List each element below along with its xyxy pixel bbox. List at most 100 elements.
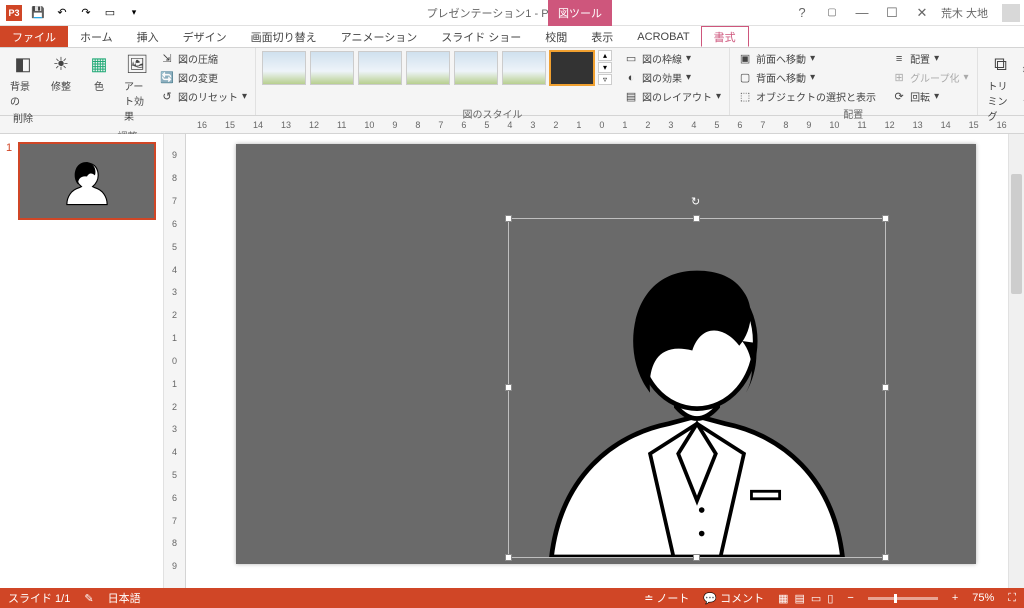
send-backward-button[interactable]: ▢背面へ移動 ▾ xyxy=(736,69,878,86)
style-preset-7[interactable] xyxy=(550,51,594,85)
compress-pictures-button[interactable]: ⇲ 図の圧縮 xyxy=(158,50,249,67)
resize-handle-tr[interactable] xyxy=(882,215,889,222)
selection-pane-icon: ⬚ xyxy=(738,90,752,104)
tab-home[interactable]: ホーム xyxy=(68,26,125,47)
selection-pane-button[interactable]: ⬚ オブジェクトの選択と表示 xyxy=(736,88,878,105)
resize-handle-t[interactable] xyxy=(693,215,700,222)
align-button[interactable]: ≡配置 ▾ xyxy=(890,50,970,67)
reset-label: 図のリセット xyxy=(178,89,238,104)
rotation-handle[interactable]: ↻ xyxy=(691,195,703,207)
style-preset-2[interactable] xyxy=(310,51,354,85)
tab-format[interactable]: 書式 xyxy=(701,26,749,47)
resize-handle-b[interactable] xyxy=(693,554,700,561)
redo-icon[interactable]: ↷ xyxy=(76,3,96,23)
slide-thumbnail-pane[interactable]: 1 xyxy=(0,134,164,588)
slide-thumbnail[interactable]: 1 xyxy=(10,142,153,220)
reset-picture-button[interactable]: ↺図のリセット ▾ xyxy=(158,88,249,105)
resize-handle-r[interactable] xyxy=(882,384,889,391)
group-button[interactable]: ⊞グループ化 ▾ xyxy=(890,69,970,86)
normal-view-icon[interactable]: ▦ xyxy=(778,592,788,605)
vertical-scrollbar[interactable] xyxy=(1008,134,1024,588)
color-button[interactable]: ▦色 xyxy=(82,50,116,95)
reading-view-icon[interactable]: ▭ xyxy=(811,592,821,605)
picture-selection[interactable]: ↻ xyxy=(508,218,886,558)
slide[interactable]: ↻ xyxy=(236,144,976,564)
bring-forward-button[interactable]: ▣前面へ移動 ▾ xyxy=(736,50,878,67)
tab-review[interactable]: 校閲 xyxy=(533,26,579,47)
zoom-out-button[interactable]: − xyxy=(847,592,853,604)
save-icon[interactable]: 💾 xyxy=(28,3,48,23)
user-avatar[interactable] xyxy=(1002,4,1020,22)
artistic-effects-button[interactable]: 🖼アート効果 xyxy=(120,50,154,125)
rotate-button[interactable]: ⟳回転 ▾ xyxy=(890,88,970,105)
comments-button[interactable]: 💬 コメント xyxy=(703,590,764,606)
picture-layout-button[interactable]: ▤図のレイアウト ▾ xyxy=(622,88,723,105)
tab-design[interactable]: デザイン xyxy=(171,26,239,47)
scrollbar-thumb[interactable] xyxy=(1011,174,1022,294)
rotate-icon: ⟳ xyxy=(892,90,906,104)
send-backward-icon: ▢ xyxy=(738,71,752,85)
tab-insert[interactable]: 挿入 xyxy=(125,26,171,47)
bring-forward-label: 前面へ移動 xyxy=(756,51,806,66)
tab-view[interactable]: 表示 xyxy=(579,26,625,47)
style-preset-5[interactable] xyxy=(454,51,498,85)
tab-transitions[interactable]: 画面切り替え xyxy=(239,26,329,47)
resize-handle-l[interactable] xyxy=(505,384,512,391)
gallery-down-icon[interactable]: ▾ xyxy=(598,62,612,73)
undo-icon[interactable]: ↶ xyxy=(52,3,72,23)
maximize-icon[interactable]: ☐ xyxy=(881,2,903,24)
title-bar: P3 💾 ↶ ↷ ▭ ▾ プレゼンテーション1 - PowerPoint 図ツー… xyxy=(0,0,1024,26)
group-icon: ⊞ xyxy=(892,71,906,85)
change-label: 図の変更 xyxy=(178,70,218,85)
zoom-in-button[interactable]: + xyxy=(952,592,958,604)
resize-handle-bl[interactable] xyxy=(505,554,512,561)
minimize-icon[interactable]: — xyxy=(851,2,873,24)
compress-icon: ⇲ xyxy=(160,52,174,66)
help-icon[interactable]: ? xyxy=(791,2,813,24)
start-slideshow-icon[interactable]: ▭ xyxy=(100,3,120,23)
fit-to-window-icon[interactable]: ⛶ xyxy=(1008,592,1016,605)
remove-bg-icon: ◧ xyxy=(11,52,35,76)
effects-icon: ◐ xyxy=(624,71,638,85)
sorter-view-icon[interactable]: ▤ xyxy=(795,592,805,605)
gallery-more-icon[interactable]: ▿ xyxy=(598,74,612,85)
align-label: 配置 xyxy=(910,51,930,66)
notes-button[interactable]: ≐ ノート xyxy=(644,590,689,606)
style-preset-1[interactable] xyxy=(262,51,306,85)
tab-slideshow[interactable]: スライド ショー xyxy=(429,26,533,47)
corrections-button[interactable]: ☀修整 xyxy=(44,50,78,95)
slide-canvas[interactable]: ↻ xyxy=(186,134,1008,588)
group-adjust: ◧ 背景の 削除 ☀修整 ▦色 🖼アート効果 ⇲図の圧縮 🔄図の変更 ↺図のリセ… xyxy=(0,48,256,115)
selection-pane-label: オブジェクトの選択と表示 xyxy=(756,89,876,104)
tab-file[interactable]: ファイル xyxy=(0,26,68,47)
language-indicator[interactable]: 日本語 xyxy=(108,590,141,606)
change-picture-button[interactable]: 🔄図の変更 xyxy=(158,69,249,86)
compress-label: 図の圧縮 xyxy=(178,51,218,66)
close-icon[interactable]: ✕ xyxy=(911,2,933,24)
reset-icon: ↺ xyxy=(160,90,174,104)
crop-button[interactable]: ⧉トリミング xyxy=(984,50,1018,125)
qat-dropdown-icon[interactable]: ▾ xyxy=(124,3,144,23)
gallery-up-icon[interactable]: ▴ xyxy=(598,50,612,61)
slideshow-view-icon[interactable]: ▯ xyxy=(827,592,833,605)
style-preset-6[interactable] xyxy=(502,51,546,85)
artistic-icon: 🖼 xyxy=(125,52,149,76)
tab-acrobat[interactable]: ACROBAT xyxy=(625,26,701,47)
picture-effects-button[interactable]: ◐図の効果 ▾ xyxy=(622,69,723,86)
style-preset-4[interactable] xyxy=(406,51,450,85)
zoom-slider-thumb[interactable] xyxy=(894,594,897,603)
app-icon[interactable]: P3 xyxy=(4,3,24,23)
style-preset-3[interactable] xyxy=(358,51,402,85)
inserted-picture[interactable] xyxy=(509,219,885,557)
resize-handle-br[interactable] xyxy=(882,554,889,561)
zoom-level[interactable]: 75% xyxy=(972,592,994,604)
ribbon-display-icon[interactable]: ▢ xyxy=(821,2,843,24)
picture-border-button[interactable]: ▭図の枠線 ▾ xyxy=(622,50,723,67)
zoom-slider[interactable] xyxy=(868,597,938,600)
ruler-horizontal: 1615141312111098765432101234567891011121… xyxy=(0,116,1024,134)
resize-handle-tl[interactable] xyxy=(505,215,512,222)
tab-animations[interactable]: アニメーション xyxy=(329,26,430,47)
ruler-h-ticks: 1615141312111098765432101234567891011121… xyxy=(180,116,1024,133)
ruler-v-ticks: 9876543210123456789 xyxy=(164,144,185,578)
spellcheck-icon[interactable]: ✎ xyxy=(84,592,93,605)
